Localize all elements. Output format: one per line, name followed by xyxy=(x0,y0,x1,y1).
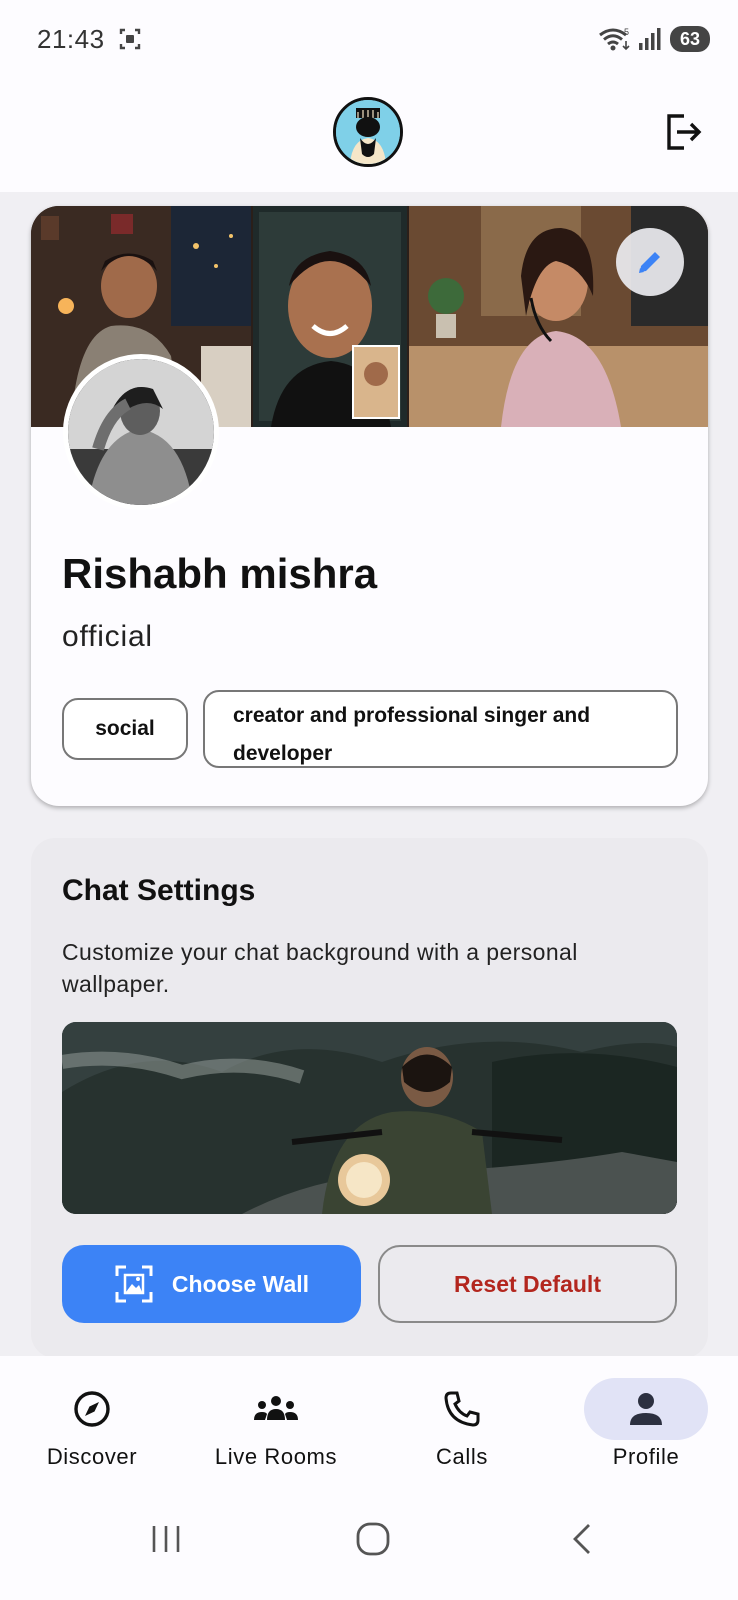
nav-label: Profile xyxy=(612,1444,680,1469)
svg-text:5: 5 xyxy=(624,27,629,37)
nav-label: Calls xyxy=(436,1444,488,1469)
bottom-navigation: Discover Live Rooms Calls Profile xyxy=(0,1356,738,1484)
wallpaper-preview xyxy=(62,1022,677,1214)
app-avatar[interactable] xyxy=(333,97,403,167)
logout-icon xyxy=(667,114,702,150)
nav-item-calls[interactable]: Calls xyxy=(370,1356,554,1484)
edit-profile-button[interactable] xyxy=(616,228,684,296)
wallpaper-icon xyxy=(115,1265,153,1303)
person-icon xyxy=(630,1393,662,1425)
group-icon xyxy=(254,1396,298,1420)
signal-icon xyxy=(638,28,661,50)
nav-label: Live Rooms xyxy=(214,1444,338,1469)
back-button[interactable] xyxy=(552,1514,612,1564)
nav-label: Discover xyxy=(46,1444,138,1469)
home-button[interactable] xyxy=(343,1514,403,1564)
nav-item-live-rooms[interactable]: Live Rooms xyxy=(184,1356,368,1484)
recents-icon xyxy=(152,1526,180,1552)
nav-icon-container xyxy=(400,1378,524,1440)
pencil-icon xyxy=(639,252,660,273)
profile-avatar[interactable] xyxy=(63,354,219,510)
wallpaper-image xyxy=(62,1022,677,1214)
reset-default-button[interactable]: Reset Default xyxy=(378,1245,677,1323)
system-navigation xyxy=(0,1484,738,1600)
profile-photo-image xyxy=(68,359,214,505)
battery-icon: 63 xyxy=(669,26,710,52)
chat-settings-title: Chat Settings xyxy=(62,874,256,907)
status-bar: 21:43 5 63 xyxy=(0,0,738,80)
status-time: 21:43 xyxy=(37,24,105,54)
avatar-illustration xyxy=(336,100,400,164)
profile-tag[interactable]: social xyxy=(62,698,188,760)
recents-button[interactable] xyxy=(136,1514,196,1564)
reset-default-label: Reset Default xyxy=(454,1270,601,1297)
chat-settings-card: Chat Settings Customize your chat backgr… xyxy=(31,838,708,1358)
app-header xyxy=(0,80,738,192)
nav-item-profile[interactable]: Profile xyxy=(554,1356,738,1484)
choose-wall-button[interactable]: Choose Wall xyxy=(62,1245,361,1323)
profile-card: Rishabh mishra official social creator a… xyxy=(31,206,708,806)
wifi-icon: 5 xyxy=(599,27,630,51)
profile-name: Rishabh mishra xyxy=(62,550,378,597)
choose-wall-label: Choose Wall xyxy=(171,1270,310,1297)
nav-icon-container xyxy=(30,1378,154,1440)
home-icon xyxy=(356,1522,390,1556)
profile-bio-tag[interactable]: creator and professional singer and deve… xyxy=(203,690,678,768)
screenshot-icon xyxy=(119,28,141,50)
logout-button[interactable] xyxy=(660,108,708,156)
chat-settings-description: Customize your chat background with a pe… xyxy=(62,939,578,997)
back-icon xyxy=(573,1524,590,1554)
nav-icon-container xyxy=(584,1378,708,1440)
status-icons: 5 63 xyxy=(598,26,710,52)
phone-icon xyxy=(444,1391,480,1427)
compass-icon xyxy=(74,1391,110,1427)
nav-icon-container xyxy=(214,1378,338,1440)
profile-subtitle: official xyxy=(62,620,153,653)
nav-item-discover[interactable]: Discover xyxy=(0,1356,184,1484)
